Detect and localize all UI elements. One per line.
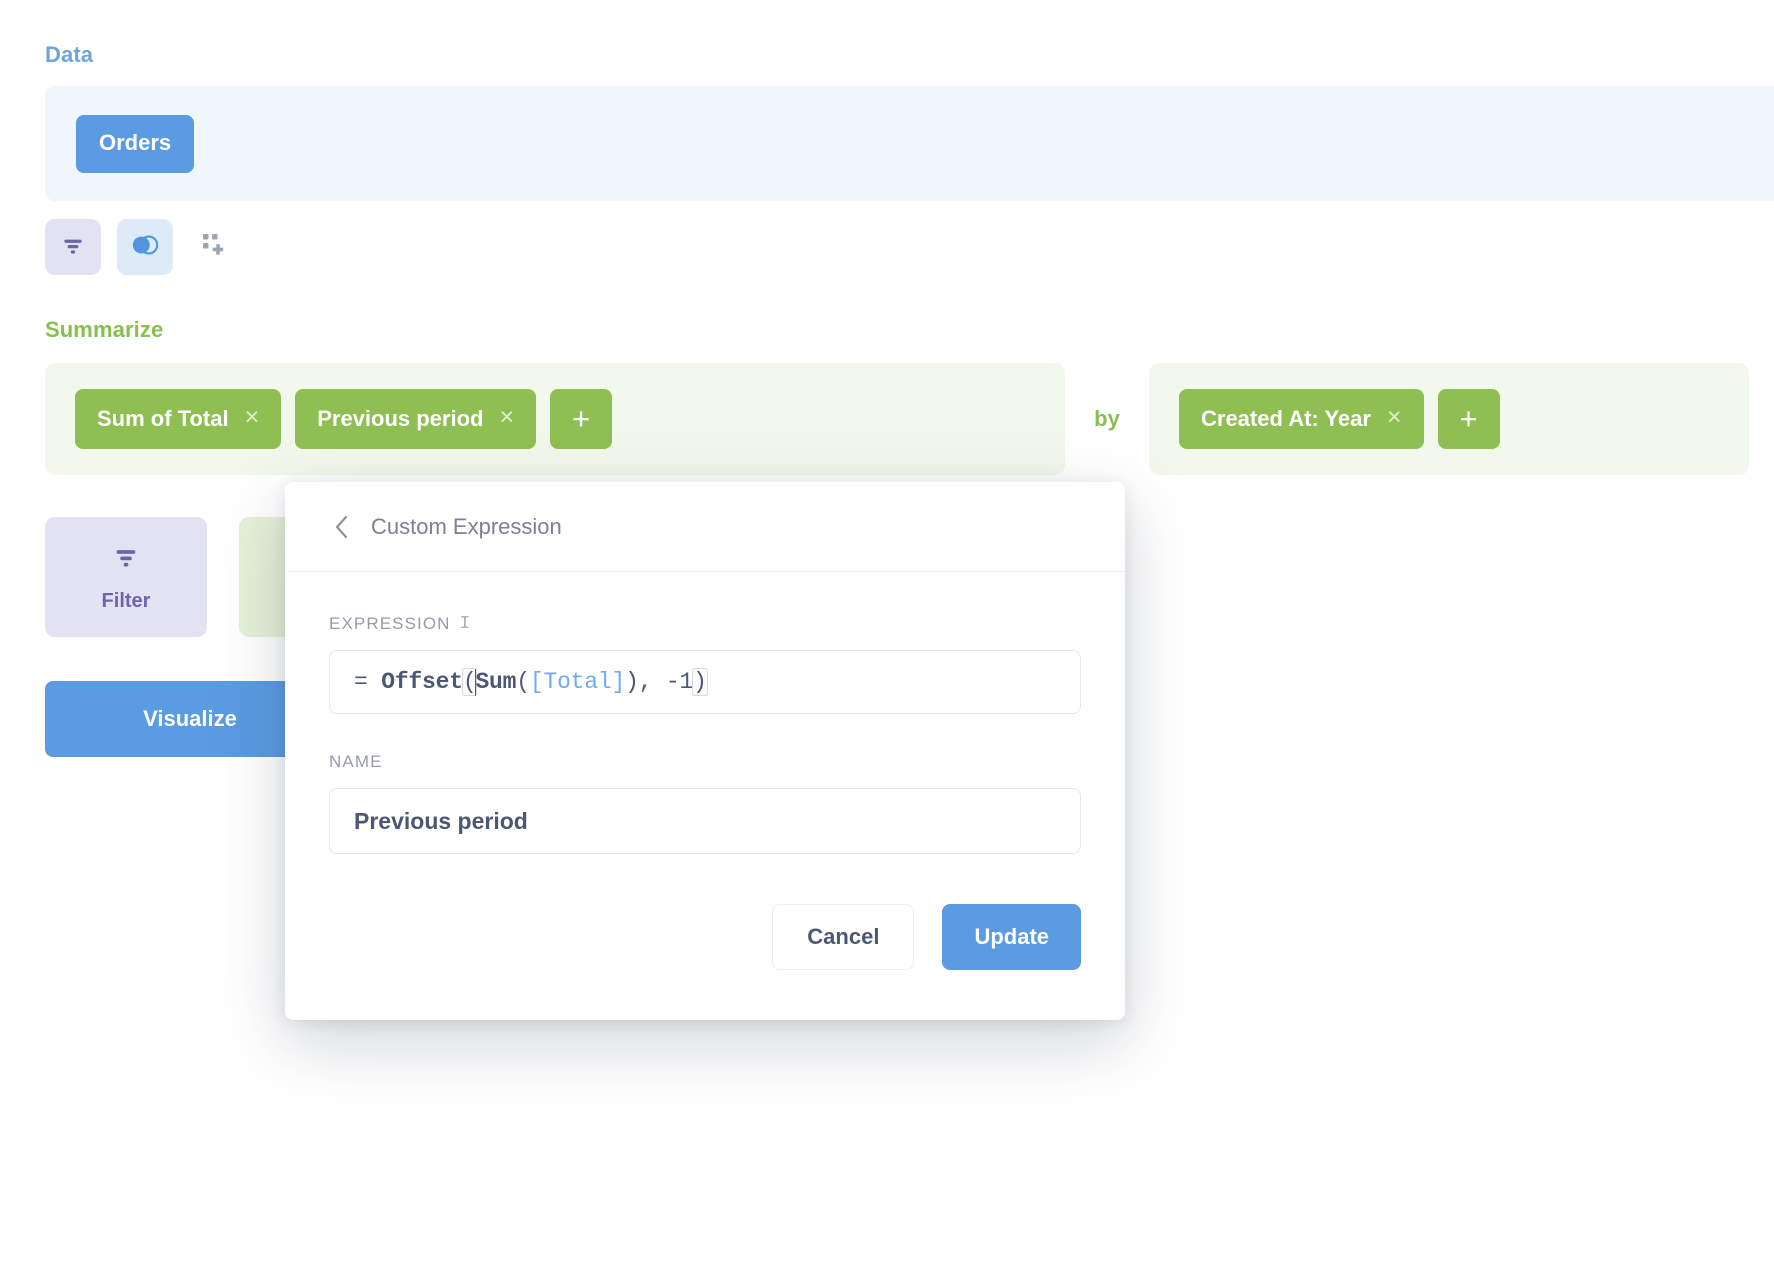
summarize-by-label: by (1065, 363, 1149, 475)
filter-icon (60, 232, 86, 263)
aggregation-chip-label: Previous period (317, 408, 483, 430)
expression-token-comma: , (639, 669, 666, 695)
data-section-title: Data (45, 42, 1774, 68)
custom-column-step-button[interactable] (189, 219, 239, 275)
expression-label-text: EXPRESSION (329, 614, 451, 634)
aggregation-chip-previous-period[interactable]: Previous period × (295, 389, 536, 449)
join-icon (130, 234, 160, 261)
name-field-label: NAME (329, 752, 1081, 772)
name-input[interactable] (329, 788, 1081, 854)
aggregation-panel: Sum of Total × Previous period × + (45, 363, 1065, 475)
cancel-button[interactable]: Cancel (772, 904, 914, 970)
action-tile-label: Filter (102, 591, 151, 611)
expression-token-field: [Total] (530, 669, 625, 695)
summarize-step: Summarize Sum of Total × Previous period… (45, 317, 1774, 474)
info-icon[interactable]: i (460, 615, 472, 633)
join-step-button[interactable] (117, 219, 173, 275)
expression-token-offset: Offset (381, 669, 463, 695)
modal-body: EXPRESSION i = Offset(Sum([Total]), -1) … (285, 572, 1125, 854)
modal-header: Custom Expression (285, 482, 1125, 572)
aggregation-chip-label: Sum of Total (97, 408, 229, 430)
modal-title: Custom Expression (371, 516, 562, 538)
summarize-section-title: Summarize (45, 317, 1774, 343)
breakout-panel: Created At: Year × + (1149, 363, 1749, 475)
modal-footer: Cancel Update (285, 854, 1125, 1020)
custom-column-icon (200, 231, 228, 264)
remove-aggregation-icon[interactable]: × (245, 405, 260, 430)
expression-token-close-paren-inner: ) (625, 669, 639, 695)
data-step-panel: Orders (45, 86, 1774, 201)
expression-token-equals: = (354, 669, 368, 695)
expression-token-number: -1 (666, 669, 693, 695)
data-step-action-icons (45, 219, 1774, 275)
remove-aggregation-icon[interactable]: × (499, 405, 514, 430)
expression-field-label: EXPRESSION i (329, 614, 1081, 634)
remove-breakout-icon[interactable]: × (1387, 405, 1402, 430)
notebook-editor-page: Data Orders (0, 0, 1774, 1262)
expression-input[interactable]: = Offset(Sum([Total]), -1) (329, 650, 1081, 714)
expression-token-close-paren-outer: ) (693, 669, 707, 695)
custom-expression-modal: Custom Expression EXPRESSION i = Offset(… (285, 482, 1125, 1020)
expression-token-open-paren-outer: ( (463, 669, 477, 695)
filter-icon (111, 542, 141, 575)
data-source-pill[interactable]: Orders (76, 115, 194, 173)
chevron-left-icon[interactable] (329, 514, 355, 540)
action-tile-filter[interactable]: Filter (45, 517, 207, 637)
summarize-row: Sum of Total × Previous period × + by Cr… (45, 363, 1774, 475)
expression-token-sum: Sum (475, 669, 516, 695)
aggregation-chip-sum-of-total[interactable]: Sum of Total × (75, 389, 281, 449)
add-aggregation-button[interactable]: + (550, 389, 612, 449)
filter-step-button[interactable] (45, 219, 101, 275)
update-button[interactable]: Update (942, 904, 1081, 970)
name-label-text: NAME (329, 752, 383, 772)
name-field-group: NAME (329, 752, 1081, 854)
breakout-chip-created-at-year[interactable]: Created At: Year × (1179, 389, 1424, 449)
breakout-chip-label: Created At: Year (1201, 408, 1371, 430)
expression-token-open-paren-inner: ( (516, 669, 530, 695)
add-breakout-button[interactable]: + (1438, 389, 1500, 449)
